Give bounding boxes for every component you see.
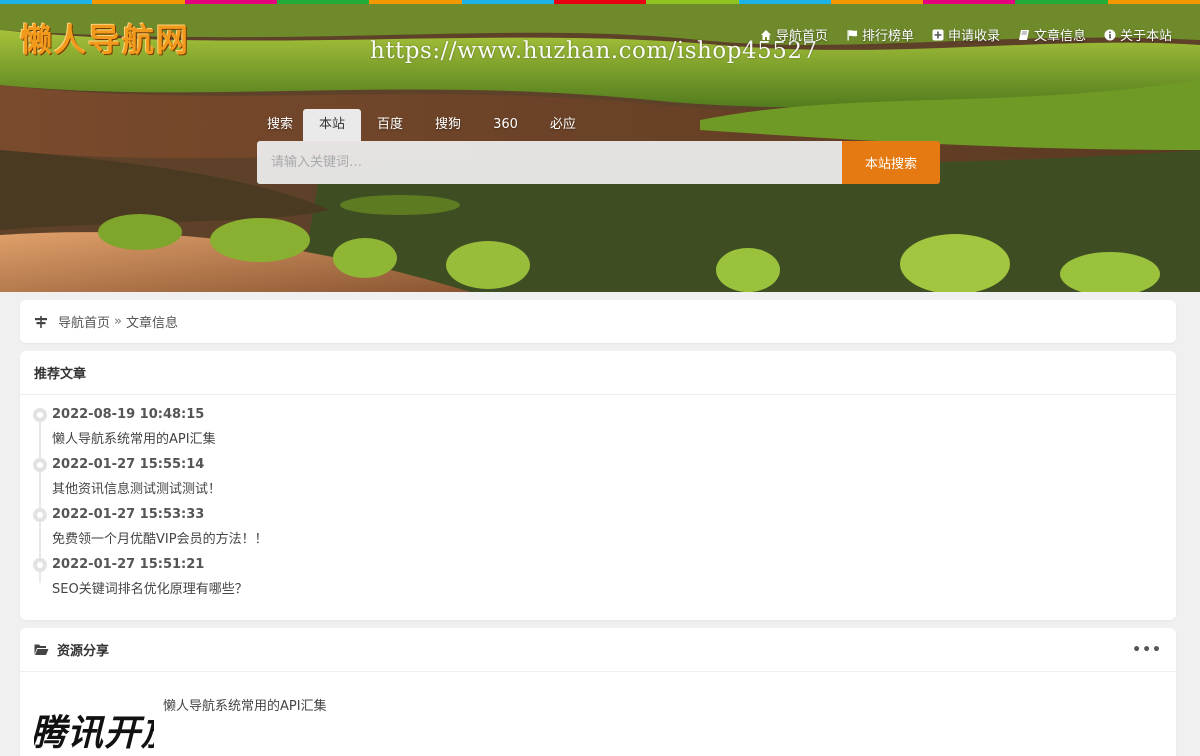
search-bar: 本站搜索 bbox=[257, 141, 940, 184]
color-strip-segment bbox=[184, 0, 277, 4]
watermark-url: https://www.huzhan.com/ishop45527 bbox=[370, 38, 818, 64]
list-item: 2022-01-27 15:51:21 SEO关键词排名优化原理有哪些？ bbox=[20, 553, 1176, 603]
color-strip bbox=[0, 0, 1200, 4]
color-strip-segment bbox=[830, 0, 924, 4]
nav-home[interactable]: 导航首页 bbox=[760, 25, 828, 44]
resource-heading: 资源分享 bbox=[34, 640, 109, 659]
top-nav: 导航首页 排行榜单 申请收录 文章信息 关于本站 bbox=[760, 25, 1172, 44]
color-strip-segment bbox=[276, 0, 370, 4]
nav-articles[interactable]: 文章信息 bbox=[1018, 25, 1086, 44]
more-button[interactable]: ••• bbox=[1132, 642, 1162, 658]
nav-ranking-label: 排行榜单 bbox=[861, 29, 914, 44]
search-input[interactable] bbox=[257, 141, 842, 184]
thumbnail-text: 腾讯开放 bbox=[34, 713, 154, 754]
recommended-title: 推荐文章 bbox=[20, 351, 1176, 395]
article-time: 2022-01-27 15:53:33 bbox=[52, 507, 205, 522]
resource-share-card: 资源分享 ••• 腾讯开放 懒人导航系统常用的API汇集 bbox=[20, 628, 1176, 756]
breadcrumb-separator: » bbox=[114, 314, 122, 329]
nav-submit-label: 申请收录 bbox=[947, 29, 1000, 44]
tab-bing[interactable]: 必应 bbox=[534, 109, 592, 141]
color-strip-segment bbox=[0, 0, 93, 4]
tab-sogou[interactable]: 搜狗 bbox=[419, 109, 477, 141]
timeline-dot-icon bbox=[33, 508, 47, 522]
hero-banner: 懒人导航网 https://www.huzhan.com/ishop45527 … bbox=[0, 0, 1200, 292]
list-item: 2022-01-27 15:55:14 其他资讯信息测试测试测试！ bbox=[20, 453, 1176, 503]
flag-icon bbox=[847, 29, 857, 40]
color-strip-segment bbox=[92, 0, 185, 4]
book-icon bbox=[1018, 29, 1029, 40]
color-strip-segment bbox=[1107, 0, 1200, 4]
home-icon bbox=[760, 29, 771, 40]
nav-submit[interactable]: 申请收录 bbox=[932, 25, 1000, 44]
color-strip-segment bbox=[646, 0, 739, 4]
folder-open-icon bbox=[34, 644, 49, 655]
article-link[interactable]: 其他资讯信息测试测试测试！ bbox=[52, 478, 1176, 503]
color-strip-segment bbox=[553, 0, 647, 4]
breadcrumb: 导航首页 » 文章信息 bbox=[20, 300, 1176, 343]
color-strip-segment bbox=[738, 0, 831, 4]
article-link[interactable]: SEO关键词排名优化原理有哪些？ bbox=[52, 578, 1176, 603]
recommended-articles-card: 推荐文章 2022-08-19 10:48:15 懒人导航系统常用的API汇集 … bbox=[20, 351, 1176, 620]
breadcrumb-home[interactable]: 导航首页 bbox=[58, 312, 110, 331]
color-strip-segment bbox=[369, 0, 462, 4]
plus-square-icon bbox=[932, 29, 944, 40]
nav-about-label: 关于本站 bbox=[1119, 29, 1172, 44]
resource-thumbnail[interactable]: 腾讯开放 bbox=[34, 704, 154, 756]
article-timeline: 2022-08-19 10:48:15 懒人导航系统常用的API汇集 2022-… bbox=[20, 403, 1176, 603]
nav-ranking[interactable]: 排行榜单 bbox=[846, 25, 914, 44]
timeline-dot-icon bbox=[33, 558, 47, 572]
article-link[interactable]: 免费领一个月优酷VIP会员的方法！！ bbox=[52, 528, 1176, 553]
article-time: 2022-01-27 15:55:14 bbox=[52, 457, 205, 472]
article-time: 2022-08-19 10:48:15 bbox=[52, 407, 205, 422]
article-time: 2022-01-27 15:51:21 bbox=[52, 557, 205, 572]
resource-item-link[interactable]: 懒人导航系统常用的API汇集 bbox=[163, 695, 327, 714]
nav-about[interactable]: 关于本站 bbox=[1104, 25, 1172, 44]
tab-baidu[interactable]: 百度 bbox=[361, 109, 419, 141]
breadcrumb-current: 文章信息 bbox=[125, 316, 178, 331]
info-circle-icon bbox=[1104, 29, 1116, 40]
search-button[interactable]: 本站搜索 bbox=[842, 141, 940, 184]
tab-360[interactable]: 360 bbox=[477, 109, 534, 141]
color-strip-segment bbox=[461, 0, 554, 4]
nav-home-label: 导航首页 bbox=[775, 29, 828, 44]
signpost-icon bbox=[35, 315, 47, 328]
resource-header: 资源分享 ••• bbox=[20, 628, 1176, 672]
nav-articles-label: 文章信息 bbox=[1033, 29, 1086, 44]
color-strip-segment bbox=[1015, 0, 1108, 4]
site-logo[interactable]: 懒人导航网 bbox=[20, 15, 190, 61]
color-strip-segment bbox=[923, 0, 1016, 4]
search-label: 搜索 bbox=[267, 117, 294, 132]
tab-site[interactable]: 本站 bbox=[303, 109, 362, 141]
resource-title: 资源分享 bbox=[57, 644, 110, 659]
timeline-dot-icon bbox=[33, 458, 47, 472]
article-link[interactable]: 懒人导航系统常用的API汇集 bbox=[52, 428, 1176, 453]
list-item: 2022-08-19 10:48:15 懒人导航系统常用的API汇集 bbox=[20, 403, 1176, 453]
list-item: 2022-01-27 15:53:33 免费领一个月优酷VIP会员的方法！！ bbox=[20, 503, 1176, 553]
timeline-dot-icon bbox=[33, 408, 47, 422]
search-engine-tabs: 搜索 本站 百度 搜狗 360 必应 bbox=[257, 109, 592, 141]
